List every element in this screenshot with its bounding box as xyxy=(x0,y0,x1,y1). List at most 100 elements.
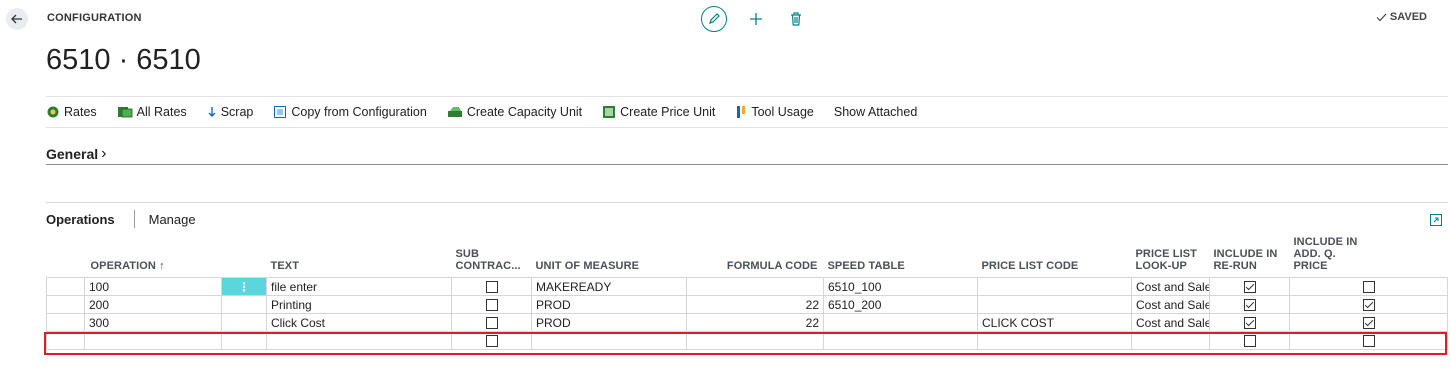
include-re-run-cell[interactable] xyxy=(1209,331,1290,350)
plus-icon xyxy=(750,13,762,25)
speed-table-cell[interactable]: 6510_100 xyxy=(823,277,978,296)
column-header-operation[interactable]: OPERATION ↑ xyxy=(85,236,222,278)
price-list-code-cell[interactable] xyxy=(977,331,1132,350)
table-row[interactable]: 200 Printing PROD 22 6510_200 Cost and S… xyxy=(46,295,1448,314)
include-add-q-price-checkbox[interactable] xyxy=(1362,317,1375,330)
price-list-code-cell[interactable]: CLICK COST xyxy=(977,313,1132,332)
back-button[interactable] xyxy=(6,8,28,30)
rates-action[interactable]: Rates xyxy=(46,105,97,119)
column-header-rerun-line1: INCLUDE IN xyxy=(1213,248,1278,260)
general-fasttab[interactable]: General › xyxy=(46,143,1448,165)
create-price-unit-action[interactable]: Create Price Unit xyxy=(602,105,715,119)
include-add-q-price-cell[interactable] xyxy=(1289,277,1448,296)
column-header-sub-line2: CONTRAC... xyxy=(455,260,521,272)
price-list-look-up-cell[interactable]: Cost and Sales Prices xyxy=(1131,277,1210,296)
expand-icon[interactable] xyxy=(1430,214,1442,226)
column-header-addq-line2: ADD. Q. xyxy=(1293,248,1336,260)
column-header-speed-table[interactable]: SPEED TABLE xyxy=(824,236,978,278)
text-cell[interactable]: Click Cost xyxy=(266,313,452,332)
row-marker[interactable] xyxy=(46,277,85,296)
copy-from-configuration-action[interactable]: Copy from Configuration xyxy=(273,105,427,119)
rates-icon xyxy=(47,106,59,118)
formula-code-cell[interactable]: 22 xyxy=(686,295,824,314)
include-add-q-price-checkbox[interactable] xyxy=(1362,281,1375,294)
text-cell[interactable]: file enter xyxy=(266,277,452,296)
unit-of-measure-cell[interactable]: PROD xyxy=(531,313,687,332)
column-header-sub-contracting[interactable]: SUB CONTRAC... xyxy=(452,236,532,278)
price-list-code-cell[interactable] xyxy=(977,277,1132,296)
unit-of-measure-cell[interactable] xyxy=(531,331,687,350)
all-rates-action[interactable]: All Rates xyxy=(117,105,187,119)
operation-cell[interactable]: 300 xyxy=(84,313,222,332)
action-bar: Rates All Rates Scrap Copy from Configur… xyxy=(46,96,1448,128)
include-add-q-price-cell[interactable] xyxy=(1289,295,1448,314)
column-header-text[interactable]: TEXT xyxy=(267,236,452,278)
sub-contracting-checkbox[interactable] xyxy=(485,317,498,330)
include-re-run-cell[interactable] xyxy=(1209,295,1290,314)
column-header-include-in-re-run[interactable]: INCLUDE IN RE-RUN xyxy=(1210,236,1290,278)
sub-contracting-cell[interactable] xyxy=(451,313,532,332)
text-cell[interactable]: Printing xyxy=(266,295,452,314)
table-row[interactable]: 300 Click Cost PROD 22 CLICK COST Cost a… xyxy=(46,313,1448,332)
all-rates-icon xyxy=(117,107,133,118)
row-menu-cell[interactable]: ⋮ xyxy=(221,277,267,296)
include-re-run-checkbox[interactable] xyxy=(1243,317,1256,330)
delete-button[interactable] xyxy=(785,8,807,30)
sub-contracting-cell[interactable] xyxy=(451,331,532,350)
unit-of-measure-cell[interactable]: PROD xyxy=(531,295,687,314)
sub-contracting-cell[interactable] xyxy=(451,295,532,314)
sub-contracting-checkbox[interactable] xyxy=(485,281,498,294)
scrap-action[interactable]: Scrap xyxy=(207,105,253,119)
include-re-run-cell[interactable] xyxy=(1209,277,1290,296)
unit-of-measure-cell[interactable]: MAKEREADY xyxy=(531,277,687,296)
price-list-look-up-cell[interactable] xyxy=(1131,331,1210,350)
edit-button[interactable] xyxy=(701,6,727,32)
price-list-code-cell[interactable] xyxy=(977,295,1132,314)
operation-cell[interactable]: 200 xyxy=(84,295,222,314)
new-button[interactable] xyxy=(745,8,767,30)
table-row[interactable]: 100 ⋮ file enter MAKEREADY 6510_100 Cost… xyxy=(46,277,1448,296)
column-header-unit-of-measure[interactable]: UNIT OF MEASURE xyxy=(532,236,687,278)
row-marker[interactable] xyxy=(46,295,85,314)
include-add-q-price-checkbox[interactable] xyxy=(1362,335,1375,348)
row-menu-icon[interactable]: ⋮ xyxy=(222,278,266,295)
operations-tab[interactable]: Operations xyxy=(46,212,115,227)
include-add-q-price-checkbox[interactable] xyxy=(1362,299,1375,312)
speed-table-cell[interactable]: 6510_200 xyxy=(823,295,978,314)
tool-usage-action[interactable]: Tool Usage xyxy=(735,105,814,119)
table-row[interactable] xyxy=(46,331,1448,350)
sub-contracting-cell[interactable] xyxy=(451,277,532,296)
include-add-q-price-cell[interactable] xyxy=(1289,331,1448,350)
formula-code-cell[interactable]: 22 xyxy=(686,313,824,332)
speed-table-cell[interactable] xyxy=(823,313,978,332)
row-marker[interactable] xyxy=(46,331,85,350)
column-header-include-in-add-q-price[interactable]: INCLUDE IN ADD. Q. PRICE xyxy=(1290,236,1448,278)
formula-code-cell[interactable] xyxy=(686,331,824,350)
sub-contracting-checkbox[interactable] xyxy=(485,335,498,348)
formula-code-cell[interactable] xyxy=(686,277,824,296)
row-marker[interactable] xyxy=(46,313,85,332)
price-list-look-up-cell[interactable]: Cost and Sales Prices xyxy=(1131,313,1210,332)
row-menu-cell[interactable] xyxy=(221,313,267,332)
manage-tab[interactable]: Manage xyxy=(149,212,196,227)
grid-header-row: OPERATION ↑ TEXT SUB CONTRAC... UNIT OF … xyxy=(47,236,1448,278)
sub-contracting-checkbox[interactable] xyxy=(485,299,498,312)
include-re-run-checkbox[interactable] xyxy=(1243,335,1256,348)
speed-table-cell[interactable] xyxy=(823,331,978,350)
column-header-formula-code[interactable]: FORMULA CODE xyxy=(687,236,824,278)
operation-cell[interactable] xyxy=(84,331,222,350)
show-attached-action[interactable]: Show Attached xyxy=(834,105,917,119)
create-capacity-unit-action[interactable]: Create Capacity Unit xyxy=(447,105,582,119)
include-add-q-price-cell[interactable] xyxy=(1289,313,1448,332)
text-cell[interactable] xyxy=(266,331,452,350)
include-re-run-checkbox[interactable] xyxy=(1243,281,1256,294)
operation-cell[interactable]: 100 xyxy=(84,277,222,296)
column-header-price-list-code[interactable]: PRICE LIST CODE xyxy=(978,236,1132,278)
include-re-run-checkbox[interactable] xyxy=(1243,299,1256,312)
column-header-price-list-look-up[interactable]: PRICE LIST LOOK-UP xyxy=(1132,236,1210,278)
row-menu-cell[interactable] xyxy=(221,295,267,314)
price-list-look-up-cell[interactable]: Cost and Sales Prices xyxy=(1131,295,1210,314)
arrow-down-icon xyxy=(208,107,216,117)
row-menu-cell[interactable] xyxy=(221,331,267,350)
include-re-run-cell[interactable] xyxy=(1209,313,1290,332)
